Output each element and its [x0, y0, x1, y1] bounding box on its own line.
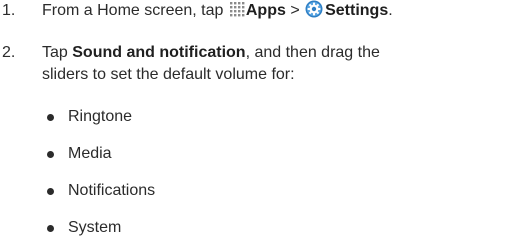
- list-item-label: Notifications: [68, 182, 156, 199]
- step-text-prefix: From a Home screen, tap: [42, 2, 224, 19]
- bullet-icon: [47, 114, 54, 121]
- apps-label: Apps: [245, 2, 286, 19]
- step-text-line2: sliders to set the default volume for:: [42, 66, 295, 83]
- settings-label: Settings: [325, 2, 389, 19]
- step-text-prefix: Tap: [42, 44, 68, 61]
- apps-grid-icon: [229, 2, 245, 17]
- step-text-line1-suffix: , and then drag the: [245, 44, 380, 61]
- step-text-suffix: .: [388, 2, 393, 19]
- settings-gear-icon: [305, 0, 323, 18]
- bullet-icon: [47, 225, 54, 232]
- step-text: Tap Sound and notification, and then dra…: [42, 42, 502, 86]
- list-item-label: System: [68, 219, 122, 236]
- menu-separator: >: [290, 2, 300, 19]
- bullet-icon: [47, 188, 54, 195]
- list-item-label: Media: [68, 145, 112, 162]
- bullet-icon: [47, 151, 54, 158]
- list-item-label: Ringtone: [68, 108, 133, 125]
- step-number: 1.: [2, 2, 16, 19]
- sound-and-notification-label: Sound and notification: [72, 44, 246, 61]
- step-number: 2.: [2, 44, 16, 61]
- step-text: From a Home screen, tap Apps > Settings.: [42, 0, 502, 22]
